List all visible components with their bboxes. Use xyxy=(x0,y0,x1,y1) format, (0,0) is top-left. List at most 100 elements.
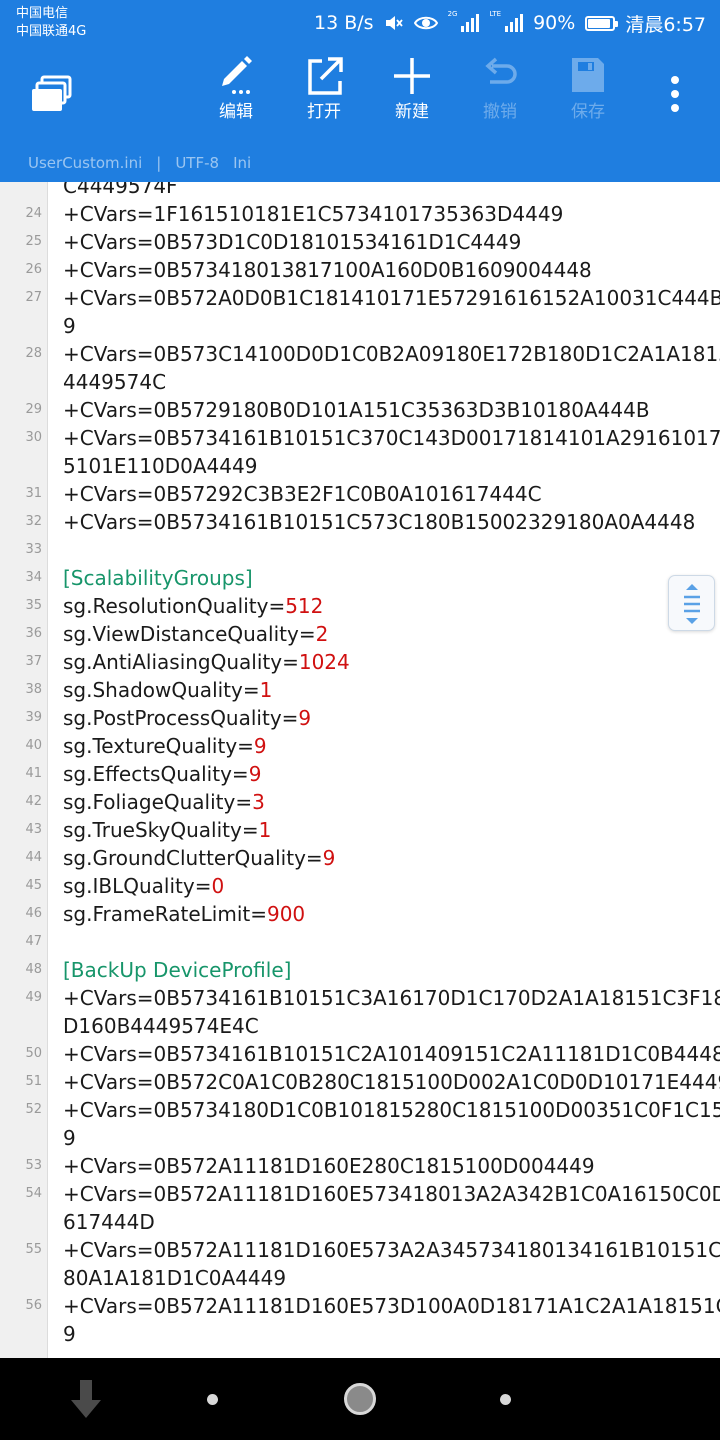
ini-key: sg.FoliageQuality= xyxy=(63,790,253,814)
line-number: 48 xyxy=(25,962,42,977)
code-line[interactable]: 48 [BackUp DeviceProfile] xyxy=(0,956,720,984)
code-line[interactable]: 40 sg.TextureQuality=9 xyxy=(0,732,720,760)
net-speed: 13 B/s xyxy=(314,12,374,34)
file-syntax[interactable]: Ini xyxy=(233,154,251,172)
line-number: 46 xyxy=(25,906,42,921)
ini-section-header: [ScalabilityGroups] xyxy=(63,566,253,590)
code-line[interactable]: 34 [ScalabilityGroups] xyxy=(0,564,720,592)
code-line[interactable]: C4449574F xyxy=(0,182,720,200)
ini-key: sg.EffectsQuality= xyxy=(63,762,249,786)
code-line[interactable]: 33 xyxy=(0,536,720,564)
code-line[interactable]: 52 +CVars=0B5734180D1C0B101815280C1815100… xyxy=(0,1096,720,1152)
code-line[interactable]: 39 sg.PostProcessQuality=9 xyxy=(0,704,720,732)
code-line[interactable]: 54 +CVars=0B572A11181D160E573418013A2A342… xyxy=(0,1180,720,1236)
code-text: D160B4449574E4C xyxy=(63,1014,259,1038)
code-line[interactable]: 36 sg.ViewDistanceQuality=2 xyxy=(0,620,720,648)
code-line[interactable]: 25 +CVars=0B573D1C0D18101534161D1C4449 xyxy=(0,228,720,256)
ini-key-value: sg.AntiAliasingQuality=1024 xyxy=(63,648,713,676)
code-line[interactable]: 42 sg.FoliageQuality=3 xyxy=(0,788,720,816)
arrow-down-icon[interactable] xyxy=(66,1376,106,1422)
carrier-1: 中国电信 xyxy=(16,6,69,21)
ini-key: sg.ShadowQuality= xyxy=(63,678,260,702)
ini-key: sg.TrueSkyQuality= xyxy=(63,818,259,842)
file-name[interactable]: UserCustom.ini xyxy=(28,154,142,172)
code-text: +CVars=0B573D1C0D18101534161D1C4449 xyxy=(63,230,522,254)
code-text: +CVars=1F161510181E1C5734101735363D4449 xyxy=(63,202,564,226)
ini-key: sg.GroundClutterQuality= xyxy=(63,846,323,870)
code-line[interactable]: 43 sg.TrueSkyQuality=1 xyxy=(0,816,720,844)
code-line[interactable]: 46 sg.FrameRateLimit=900 xyxy=(0,900,720,928)
more-vert-icon[interactable] xyxy=(660,74,690,114)
nav-home-button[interactable] xyxy=(344,1383,376,1415)
line-number: 44 xyxy=(25,850,42,865)
open-button[interactable]: 打开 xyxy=(289,54,359,132)
new-button[interactable]: 新建 xyxy=(377,54,447,132)
code-line[interactable]: 28 +CVars=0B573C14100D0D1C0B2A09180E172B1… xyxy=(0,340,720,396)
code-line[interactable]: 26 +CVars=0B573418013817100A160D0B1609004… xyxy=(0,256,720,284)
code-line[interactable]: 45 sg.IBLQuality=0 xyxy=(0,872,720,900)
code-line[interactable]: 32 +CVars=0B5734161B10151C573C180B1500232… xyxy=(0,508,720,536)
code-line[interactable]: 38 sg.ShadowQuality=1 xyxy=(0,676,720,704)
ini-key-value: sg.TextureQuality=9 xyxy=(63,732,713,760)
code-text: +CVars=0B573418013817100A160D0B160900444… xyxy=(63,258,592,282)
nav-recent-dot[interactable] xyxy=(500,1394,511,1405)
line-number: 33 xyxy=(25,542,42,557)
code-line[interactable]: 27 +CVars=0B572A0D0B1C181410171E572916161… xyxy=(0,284,720,340)
code-line[interactable]: 31 +CVars=0B57292C3B3E2F1C0B0A101617444C xyxy=(0,480,720,508)
code-line[interactable]: 51 +CVars=0B572C0A1C0B280C1815100D002A1C0… xyxy=(0,1068,720,1096)
code-line[interactable]: 55 +CVars=0B572A11181D160E573A2A345734180… xyxy=(0,1236,720,1292)
code-line[interactable]: 37 sg.AntiAliasingQuality=1024 xyxy=(0,648,720,676)
scroll-handle[interactable] xyxy=(668,575,715,631)
ini-key: sg.FrameRateLimit= xyxy=(63,902,267,926)
ini-value: 1 xyxy=(259,678,273,702)
line-number: 49 xyxy=(25,990,42,1005)
code-line[interactable]: 29 +CVars=0B5729180B0D101A151C35363D3B101… xyxy=(0,396,720,424)
code-text: +CVars=0B572A0D0B1C181410171E57291616152… xyxy=(63,286,720,310)
code-line[interactable]: 47 xyxy=(0,928,720,956)
ini-value: 512 xyxy=(285,594,324,618)
code-line[interactable]: 35 sg.ResolutionQuality=512 xyxy=(0,592,720,620)
edit-button[interactable]: 编辑 xyxy=(201,54,271,132)
file-encoding[interactable]: UTF-8 xyxy=(175,154,219,172)
tabs-icon[interactable] xyxy=(30,74,74,114)
code-line[interactable]: 44 sg.GroundClutterQuality=9 xyxy=(0,844,720,872)
save-label: 保存 xyxy=(571,102,605,122)
code-text: +CVars=0B572C0A1C0B280C1815100D002A1C0D0… xyxy=(63,1070,720,1094)
nav-back-dot[interactable] xyxy=(207,1394,218,1405)
code-line[interactable]: 50 +CVars=0B5734161B10151C2A101409151C2A1… xyxy=(0,1040,720,1068)
ini-section-header: [BackUp DeviceProfile] xyxy=(63,958,292,982)
ini-key-value: sg.TrueSkyQuality=1 xyxy=(63,816,713,844)
line-number: 43 xyxy=(25,822,42,837)
code-line[interactable]: 56 +CVars=0B572A11181D160E573D100A0D18171… xyxy=(0,1292,720,1348)
code-text: +CVars=0B572A11181D160E573418013A2A342B1… xyxy=(63,1182,720,1206)
ini-value: 1 xyxy=(258,818,272,842)
code-text: 5101E110D0A4449 xyxy=(63,454,258,478)
tag-2g: 2G xyxy=(447,10,458,18)
ini-key-value: sg.FrameRateLimit=900 xyxy=(63,900,713,928)
save-button[interactable]: 保存 xyxy=(553,54,623,132)
code-text: 9 xyxy=(63,1322,76,1346)
pencil-icon xyxy=(222,56,252,94)
file-info-bar: UserCustom.ini | UTF-8 Ini xyxy=(0,144,720,182)
line-number: 55 xyxy=(25,1242,42,1257)
signal-2g-icon xyxy=(461,14,480,32)
ini-value: 2 xyxy=(315,622,329,646)
line-number: 53 xyxy=(25,1158,42,1173)
code-line[interactable]: 41 sg.EffectsQuality=9 xyxy=(0,760,720,788)
code-line[interactable]: 30 +CVars=0B5734161B10151C370C143D0017181… xyxy=(0,424,720,480)
eye-icon xyxy=(413,16,438,30)
ini-key: sg.AntiAliasingQuality= xyxy=(63,650,299,674)
code-line[interactable]: 24 +CVars=1F161510181E1C5734101735363D444… xyxy=(0,200,720,228)
plus-icon xyxy=(394,58,430,94)
code-text: +CVars=0B5734180D1C0B101815280C1815100D0… xyxy=(63,1098,720,1122)
app-header: 中国电信 中国联通4G 13 B/s 2G LTE 90% 清晨6:57 编辑 … xyxy=(0,0,720,182)
floppy-disk-icon xyxy=(572,58,604,92)
signal-lte-icon xyxy=(505,14,524,32)
line-number: 51 xyxy=(25,1074,42,1089)
code-editor[interactable]: C4449574F 24 +CVars=1F161510181E1C57341017… xyxy=(0,182,720,1358)
undo-button[interactable]: 撤销 xyxy=(465,54,535,132)
code-line[interactable]: 53 +CVars=0B572A11181D160E280C1815100D004… xyxy=(0,1152,720,1180)
line-number: 38 xyxy=(25,682,42,697)
navigation-bar xyxy=(0,1358,720,1440)
code-line[interactable]: 49 +CVars=0B5734161B10151C3A16170D1C170D2… xyxy=(0,984,720,1040)
